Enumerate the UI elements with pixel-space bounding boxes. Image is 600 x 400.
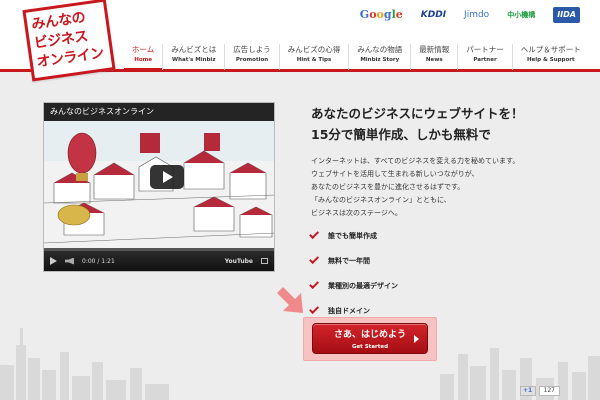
- nav-item-home[interactable]: ホーム Home: [124, 44, 163, 70]
- feature-label: 業種別の最適デザイン: [328, 281, 398, 290]
- nav-item-hint-tips[interactable]: みんビズの心得 Hint & Tips: [278, 44, 349, 70]
- nav-label-en: Hint & Tips: [296, 57, 332, 63]
- nav-item-help-support[interactable]: ヘルプ＆サポート Help & Support: [511, 44, 589, 70]
- nav-item-partner[interactable]: パートナー Partner: [457, 44, 512, 70]
- share-count: 127: [538, 386, 560, 396]
- get-started-button[interactable]: さあ、はじめよう Get Started: [312, 323, 428, 354]
- social-share: +1 127: [519, 386, 560, 396]
- nav-item-promotion[interactable]: 広告しよう Promotion: [224, 44, 279, 70]
- nav-label-jp: 最新情報: [419, 45, 450, 54]
- intro-line: あなたのビジネスを豊かに進化させるはずです。: [311, 183, 465, 191]
- video-play-icon[interactable]: [150, 165, 184, 189]
- site-logo[interactable]: みんなの ビジネス オンライン: [22, 0, 116, 82]
- partner-logo-kddi[interactable]: KDDI: [421, 7, 446, 23]
- feature-item: 業種別の最適デザイン: [309, 273, 398, 298]
- nav-label-en: Minbiz Story: [360, 57, 400, 63]
- nav-label-en: Promotion: [235, 57, 269, 63]
- nav-label-jp: みんビズとは: [171, 45, 217, 54]
- feature-item: 誰でも簡単作成: [309, 223, 398, 248]
- feature-list: 誰でも簡単作成 無料で一年間 業種別の最適デザイン 独自ドメイン: [309, 223, 398, 323]
- feature-label: 独自ドメイン: [328, 306, 370, 315]
- arrow-right-icon: [414, 335, 419, 343]
- nav-label-en: News: [425, 57, 443, 63]
- nav-label-en: Help & Support: [526, 57, 575, 63]
- cta-label: さあ、はじめよう: [333, 330, 406, 340]
- video-time: 0:00 / 1:21: [82, 257, 115, 265]
- partner-logo-chusho[interactable]: 中小機構: [507, 7, 535, 23]
- check-icon: [309, 304, 320, 315]
- pointer-arrow-icon: [277, 287, 303, 313]
- partner-logos: Google KDDI Jimdo 中小機構 IIDA: [360, 6, 580, 24]
- intro-line: ウェブサイトを活用して生まれる新しいつながりが、: [311, 170, 479, 178]
- nav-label-jp: ホーム: [132, 45, 155, 54]
- video-title: みんなのビジネスオンライン: [44, 103, 274, 121]
- site-header: みんなの ビジネス オンライン Google KDDI Jimdo 中小機構 I…: [0, 0, 600, 82]
- plus-one-icon[interactable]: +1: [519, 386, 536, 396]
- nav-label-jp: みんなの物語: [357, 45, 403, 54]
- video-player[interactable]: みんなのビジネスオンライン 0:00 / 1:21 YouTube: [43, 102, 275, 272]
- nav-label-jp: ヘルプ＆サポート: [520, 45, 581, 54]
- partner-logo-google[interactable]: Google: [360, 7, 403, 23]
- nav-item-news[interactable]: 最新情報 News: [410, 44, 457, 70]
- feature-item: 無料で一年間: [309, 248, 398, 273]
- volume-icon[interactable]: [65, 257, 74, 265]
- feature-label: 誰でも簡単作成: [328, 231, 377, 240]
- feature-label: 無料で一年間: [328, 256, 370, 265]
- nav-label-en: What's Minbiz: [172, 57, 216, 63]
- intro-line: ビジネスは次のステージへ。: [311, 209, 402, 217]
- nav-item-whats-minbiz[interactable]: みんビズとは What's Minbiz: [162, 44, 224, 70]
- intro-line: インターネットは、すべてのビジネスを変える力を秘めています。: [311, 157, 520, 165]
- video-controls: 0:00 / 1:21 YouTube: [44, 251, 274, 271]
- fullscreen-icon[interactable]: [261, 258, 268, 264]
- partner-logo-jimdo[interactable]: Jimdo: [464, 7, 489, 23]
- youtube-logo[interactable]: YouTube: [225, 258, 253, 265]
- city-skyline-background: [0, 328, 600, 400]
- check-icon: [309, 229, 320, 240]
- main-headline: あなたのビジネスにウェブサイトを！ 15分で簡単作成、しかも無料で: [311, 103, 581, 145]
- headline-line-2: 15分で簡単作成、しかも無料で: [311, 127, 491, 142]
- intro-paragraph: インターネットは、すべてのビジネスを変える力を秘めています。 ウェブサイトを活用…: [311, 155, 581, 220]
- play-icon[interactable]: [50, 257, 57, 265]
- main-nav: ホーム Home みんビズとは What's Minbiz 広告しよう Prom…: [124, 44, 589, 70]
- nav-label-jp: パートナー: [466, 45, 504, 54]
- nav-label-jp: みんビズの心得: [287, 45, 341, 54]
- partner-logo-iida[interactable]: IIDA: [553, 7, 580, 23]
- headline-line-1: あなたのビジネスにウェブサイトを！: [311, 106, 524, 121]
- check-icon: [309, 279, 320, 290]
- intro-line: 「みんなのビジネスオンライン」とともに、: [311, 196, 451, 204]
- nav-label-en: Partner: [473, 57, 497, 63]
- cta-sublabel: Get Started: [351, 344, 389, 350]
- nav-label-en: Home: [134, 57, 153, 63]
- nav-item-minbiz-story[interactable]: みんなの物語 Minbiz Story: [348, 44, 410, 70]
- check-icon: [309, 254, 320, 265]
- nav-label-jp: 広告しよう: [233, 45, 271, 54]
